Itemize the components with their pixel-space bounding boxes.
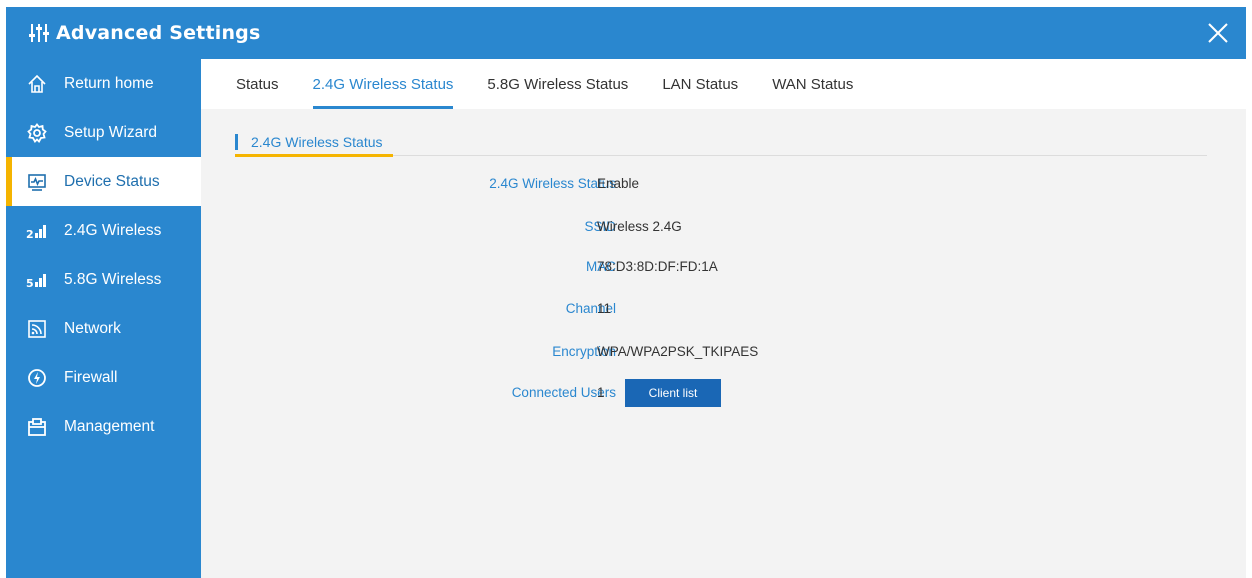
clipboard-icon	[26, 416, 48, 438]
tab-24g-wireless-status[interactable]: 2.4G Wireless Status	[312, 59, 453, 109]
field-row-wireless-status: 2.4G Wireless Status Enable	[201, 176, 1246, 196]
sidebar-item-firewall[interactable]: Firewall	[6, 353, 201, 402]
sidebar-item-management[interactable]: Management	[6, 402, 201, 451]
field-row-channel: Channel 11	[201, 301, 1246, 321]
window-title: Advanced Settings	[56, 22, 261, 44]
field-value: 78:D3:8D:DF:FD:1A	[597, 259, 718, 274]
tab-status[interactable]: Status	[236, 59, 279, 109]
sidebar-item-label: Return home	[64, 74, 154, 92]
svg-text:2: 2	[26, 228, 34, 241]
sidebar-item-58g-wireless[interactable]: 5 5.8G Wireless	[6, 255, 201, 304]
sidebar-item-label: 2.4G Wireless	[64, 221, 162, 239]
field-value: Enable	[597, 176, 640, 191]
sidebar-item-label: Setup Wizard	[64, 123, 158, 141]
sidebar: Return home Setup Wizard Device Status 2…	[6, 59, 201, 578]
sidebar-item-setup-wizard[interactable]: Setup Wizard	[6, 108, 201, 157]
sidebar-item-return-home[interactable]: Return home	[6, 59, 201, 108]
settings-sliders-icon	[28, 22, 50, 44]
main-panel: Status 2.4G Wireless Status 5.8G Wireles…	[201, 59, 1246, 578]
field-value: WPA/WPA2PSK_TKIPAES	[597, 344, 759, 359]
field-row-ssid: SSID Wireless 2.4G	[201, 219, 1246, 239]
section-title: 2.4G Wireless Status	[251, 134, 383, 150]
section-underline	[235, 154, 393, 157]
sidebar-item-label: 5.8G Wireless	[64, 270, 162, 288]
gear-icon	[26, 122, 48, 144]
field-row-encryption: Encryption WPA/WPA2PSK_TKIPAES	[201, 344, 1246, 364]
sidebar-item-label: Network	[64, 319, 121, 337]
section-accent-bar	[235, 134, 238, 150]
sidebar-item-label: Device Status	[64, 172, 160, 190]
sidebar-item-label: Firewall	[64, 368, 118, 386]
tab-58g-wireless-status[interactable]: 5.8G Wireless Status	[487, 59, 628, 109]
section-header: 2.4G Wireless Status	[235, 131, 1207, 157]
title-bar: Advanced Settings	[6, 7, 1246, 59]
client-list-button[interactable]: Client list	[625, 379, 721, 407]
wifi-box-icon	[26, 318, 48, 340]
sidebar-item-24g-wireless[interactable]: 2 2.4G Wireless	[6, 206, 201, 255]
field-value: Wireless 2.4G	[597, 219, 682, 234]
shield-icon	[26, 367, 48, 389]
field-row-mac: MAC 78:D3:8D:DF:FD:1A	[201, 259, 1246, 279]
field-value: 1	[597, 385, 605, 400]
field-row-connected-users: Connected Users 1 Client list	[201, 379, 1246, 407]
sidebar-item-device-status[interactable]: Device Status	[6, 157, 201, 206]
sidebar-item-label: Management	[64, 417, 155, 435]
signal-2g-icon: 2	[26, 220, 48, 242]
signal-5g-icon: 5	[26, 269, 48, 291]
field-value: 11	[597, 301, 612, 316]
home-icon	[26, 73, 48, 95]
tab-lan-status[interactable]: LAN Status	[662, 59, 738, 109]
close-icon[interactable]	[1204, 19, 1232, 47]
monitor-icon	[26, 171, 48, 193]
tab-wan-status[interactable]: WAN Status	[772, 59, 853, 109]
tab-bar: Status 2.4G Wireless Status 5.8G Wireles…	[201, 59, 1246, 109]
svg-text:5: 5	[26, 277, 34, 290]
sidebar-item-network[interactable]: Network	[6, 304, 201, 353]
